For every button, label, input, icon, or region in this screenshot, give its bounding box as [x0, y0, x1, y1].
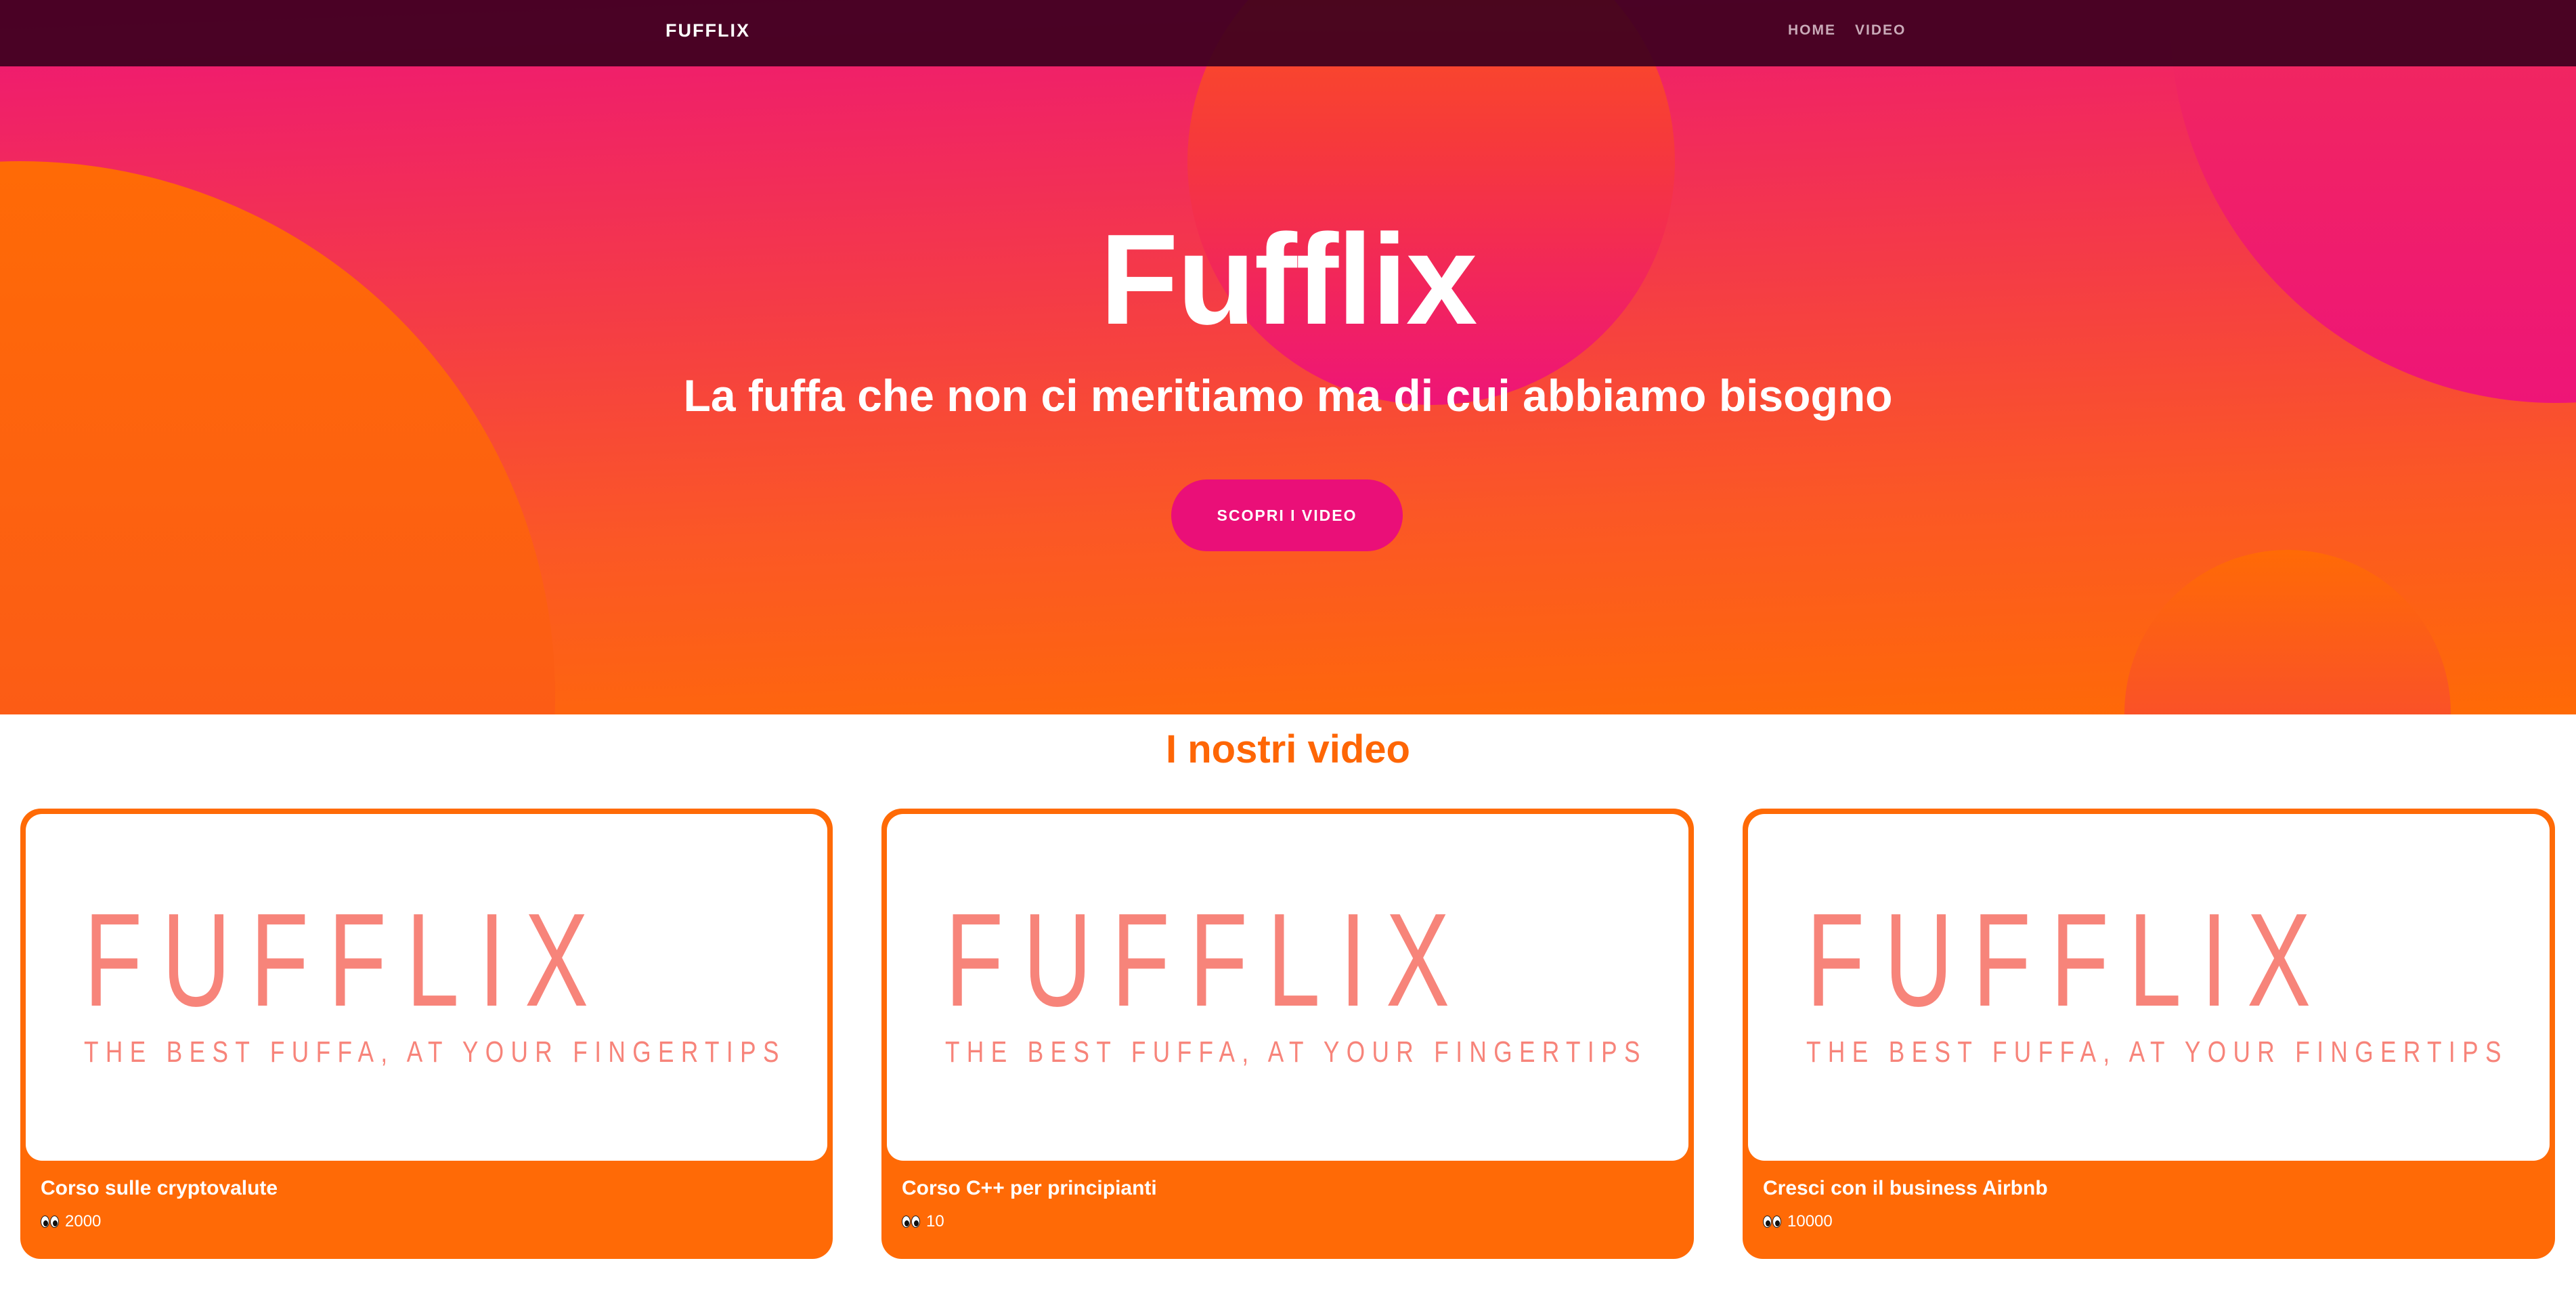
thumbnail-logo-text: FUFFLIX [84, 886, 608, 1034]
nav-link-video[interactable]: VIDEO [1855, 22, 1906, 39]
video-views: 10000 [1763, 1212, 1833, 1231]
eyes-icon [1763, 1215, 1782, 1228]
decorative-circle-small [2124, 550, 2451, 714]
eyes-icon [902, 1215, 921, 1228]
video-views: 2000 [41, 1212, 101, 1231]
video-views-count: 10 [926, 1212, 944, 1230]
thumbnail-tagline: THE BEST FUFFA, AT YOUR FINGERTIPS [1806, 1035, 2508, 1069]
thumbnail-tagline: THE BEST FUFFA, AT YOUR FINGERTIPS [84, 1035, 786, 1069]
video-title: Cresci con il business Airbnb [1763, 1177, 2048, 1199]
hero-title: Fufflix [1099, 208, 1478, 351]
video-views-count: 10000 [1787, 1212, 1833, 1230]
brand-logo-link[interactable]: FUFFLIX [665, 20, 750, 41]
video-thumbnail[interactable]: FUFFLIX THE BEST FUFFA, AT YOUR FINGERTI… [1748, 814, 2550, 1161]
video-title: Corso sulle cryptovalute [41, 1177, 278, 1199]
video-thumbnail[interactable]: FUFFLIX THE BEST FUFFA, AT YOUR FINGERTI… [887, 814, 1688, 1161]
video-card[interactable]: FUFFLIX THE BEST FUFFA, AT YOUR FINGERTI… [881, 809, 1694, 1259]
hero-subtitle: La fuffa che non ci meritiamo ma di cui … [683, 370, 1893, 421]
videos-section-title: I nostri video [1166, 727, 1410, 771]
thumbnail-logo-text: FUFFLIX [1806, 886, 2330, 1034]
video-card[interactable]: FUFFLIX THE BEST FUFFA, AT YOUR FINGERTI… [1743, 809, 2555, 1259]
video-views: 10 [902, 1212, 944, 1231]
thumbnail-logo-text: FUFFLIX [945, 886, 1469, 1034]
eyes-icon [41, 1215, 60, 1228]
video-thumbnail[interactable]: FUFFLIX THE BEST FUFFA, AT YOUR FINGERTI… [26, 814, 827, 1161]
nav-links: HOME VIDEO [1788, 22, 1906, 39]
video-card[interactable]: FUFFLIX THE BEST FUFFA, AT YOUR FINGERTI… [20, 809, 833, 1259]
thumbnail-tagline: THE BEST FUFFA, AT YOUR FINGERTIPS [945, 1035, 1647, 1069]
hero-section: Fufflix La fuffa che non ci meritiamo ma… [0, 0, 2576, 714]
video-views-count: 2000 [65, 1212, 102, 1230]
discover-videos-button[interactable]: SCOPRI I VIDEO [1171, 479, 1403, 551]
navbar: FUFFLIX HOME VIDEO [0, 0, 2576, 66]
video-title: Corso C++ per principianti [902, 1177, 1157, 1199]
nav-link-home[interactable]: HOME [1788, 22, 1836, 39]
